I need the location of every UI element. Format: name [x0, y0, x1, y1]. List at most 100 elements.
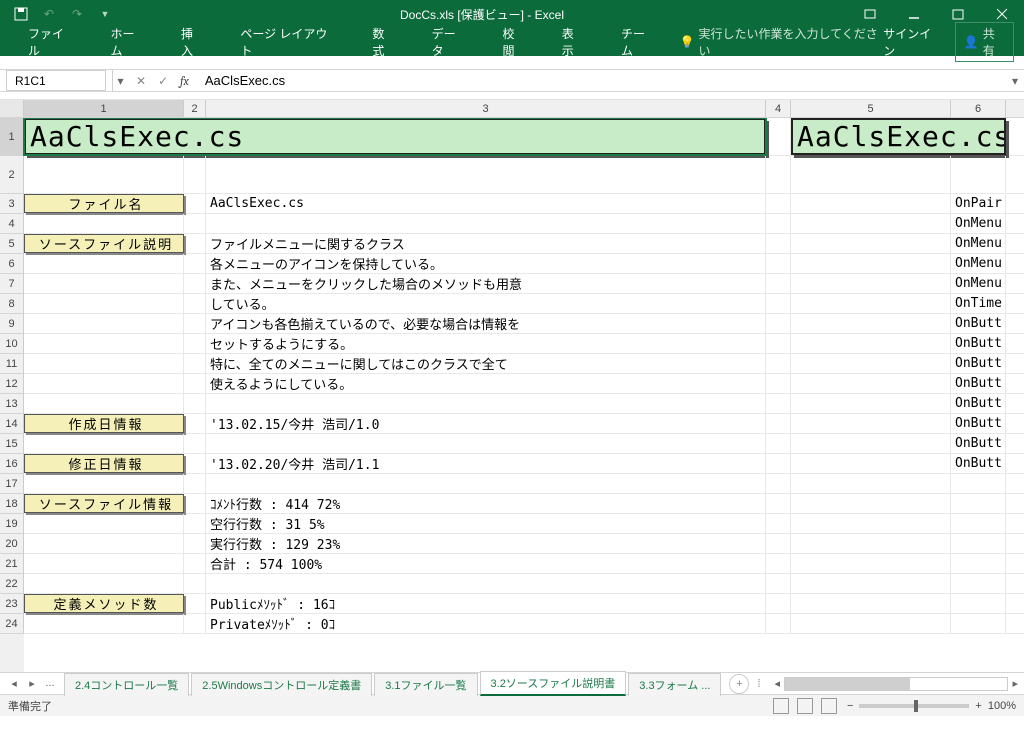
- cell[interactable]: OnButt: [951, 414, 1006, 433]
- cell[interactable]: [951, 574, 1006, 593]
- cell[interactable]: [206, 214, 766, 233]
- tab-pagelayout[interactable]: ページ レイアウト: [222, 25, 354, 59]
- cell[interactable]: [766, 274, 791, 293]
- cell[interactable]: また、メニューをクリックした場合のメソッドも用意: [206, 274, 766, 293]
- row-header[interactable]: 11: [0, 354, 24, 374]
- cell[interactable]: OnButt: [951, 434, 1006, 453]
- cell[interactable]: Publicﾒｿｯﾄﾞ : 16ｺ: [206, 594, 766, 613]
- cell[interactable]: OnButt: [951, 334, 1006, 353]
- cell[interactable]: [951, 534, 1006, 553]
- cell[interactable]: [791, 614, 951, 633]
- horizontal-scrollbar[interactable]: [784, 677, 1008, 691]
- col-header-3[interactable]: 3: [206, 100, 766, 117]
- label-method-count[interactable]: 定義メソッド数: [24, 594, 184, 613]
- cell[interactable]: [766, 354, 791, 373]
- cell[interactable]: [791, 474, 951, 493]
- cell[interactable]: OnMenu: [951, 274, 1006, 293]
- row-header[interactable]: 10: [0, 334, 24, 354]
- cell[interactable]: [766, 156, 791, 193]
- cell[interactable]: [766, 314, 791, 333]
- col-header-2[interactable]: 2: [184, 100, 206, 117]
- cell[interactable]: [791, 454, 951, 473]
- cell[interactable]: [206, 434, 766, 453]
- redo-icon[interactable]: ↷: [66, 3, 88, 25]
- cell[interactable]: [24, 214, 184, 233]
- row-header[interactable]: 19: [0, 514, 24, 534]
- cell[interactable]: [951, 614, 1006, 633]
- sheet-tab[interactable]: 2.5Windowsコントロール定義書: [191, 673, 372, 696]
- row-header[interactable]: 6: [0, 254, 24, 274]
- cell[interactable]: '13.02.15/今井 浩司/1.0: [206, 414, 766, 433]
- sheet-nav-next-icon[interactable]: ▸: [26, 677, 38, 690]
- cell[interactable]: [184, 574, 206, 593]
- qat-dropdown-icon[interactable]: ▼: [94, 3, 116, 25]
- cell[interactable]: [766, 334, 791, 353]
- zoom-slider-thumb[interactable]: [914, 700, 918, 712]
- cell[interactable]: [766, 294, 791, 313]
- cell[interactable]: [184, 414, 206, 433]
- cell[interactable]: [766, 254, 791, 273]
- cell[interactable]: [766, 414, 791, 433]
- cell[interactable]: [766, 594, 791, 613]
- cell[interactable]: OnButt: [951, 314, 1006, 333]
- cell[interactable]: [766, 118, 791, 155]
- row-header[interactable]: 4: [0, 214, 24, 234]
- cell[interactable]: [766, 574, 791, 593]
- cell[interactable]: OnTime: [951, 294, 1006, 313]
- row-header[interactable]: 9: [0, 314, 24, 334]
- cell[interactable]: [24, 374, 184, 393]
- cell[interactable]: [184, 274, 206, 293]
- cell[interactable]: [184, 474, 206, 493]
- cell[interactable]: [766, 434, 791, 453]
- view-pagelayout-icon[interactable]: [797, 698, 813, 714]
- cell[interactable]: [951, 554, 1006, 573]
- cell[interactable]: [766, 474, 791, 493]
- cell[interactable]: [951, 594, 1006, 613]
- row-header[interactable]: 18: [0, 494, 24, 514]
- cell[interactable]: [206, 394, 766, 413]
- cell[interactable]: [184, 294, 206, 313]
- tell-me-search[interactable]: 💡 実行したい作業を入力してください: [680, 25, 884, 59]
- cell[interactable]: [791, 156, 951, 193]
- cell[interactable]: している。: [206, 294, 766, 313]
- cell[interactable]: OnButt: [951, 394, 1006, 413]
- cell[interactable]: [24, 434, 184, 453]
- row-header[interactable]: 20: [0, 534, 24, 554]
- label-source-desc[interactable]: ソースファイル説明: [24, 234, 184, 253]
- cell[interactable]: [791, 574, 951, 593]
- hscroll-right-icon[interactable]: ▸: [1008, 677, 1018, 690]
- worksheet-grid[interactable]: AaClsExec.cs AaClsExec.cs ファイル名 AaClsExe…: [24, 118, 1024, 672]
- view-normal-icon[interactable]: [773, 698, 789, 714]
- cell[interactable]: [184, 334, 206, 353]
- fx-icon[interactable]: fx: [180, 74, 189, 88]
- cell[interactable]: [766, 214, 791, 233]
- cell[interactable]: [184, 374, 206, 393]
- cell[interactable]: [206, 574, 766, 593]
- sheet-tab[interactable]: 2.4コントロール一覧: [64, 673, 189, 696]
- row-header[interactable]: 8: [0, 294, 24, 314]
- tab-insert[interactable]: 挿入: [163, 25, 222, 59]
- cell[interactable]: [184, 594, 206, 613]
- cell[interactable]: [184, 254, 206, 273]
- cell[interactable]: [24, 156, 184, 193]
- row-header[interactable]: 23: [0, 594, 24, 614]
- cell[interactable]: [24, 614, 184, 633]
- cell[interactable]: [184, 454, 206, 473]
- row-header[interactable]: 14: [0, 414, 24, 434]
- label-modified[interactable]: 修正日情報: [24, 454, 184, 473]
- cell[interactable]: OnButt: [951, 354, 1006, 373]
- sheet-tab[interactable]: 3.1ファイル一覧: [374, 673, 477, 696]
- cell[interactable]: [766, 374, 791, 393]
- cell[interactable]: [791, 314, 951, 333]
- row-header[interactable]: 21: [0, 554, 24, 574]
- cell[interactable]: [791, 534, 951, 553]
- cell[interactable]: [184, 234, 206, 253]
- cell[interactable]: 使えるようにしている。: [206, 374, 766, 393]
- cell[interactable]: [791, 194, 951, 213]
- cell[interactable]: ｺﾒﾝﾄ行数 : 414 72%: [206, 494, 766, 513]
- col-header-4[interactable]: 4: [766, 100, 791, 117]
- zoom-level[interactable]: 100%: [988, 700, 1016, 712]
- cell[interactable]: ファイルメニューに関するクラス: [206, 234, 766, 253]
- cell[interactable]: [766, 494, 791, 513]
- cell[interactable]: OnMenu: [951, 214, 1006, 233]
